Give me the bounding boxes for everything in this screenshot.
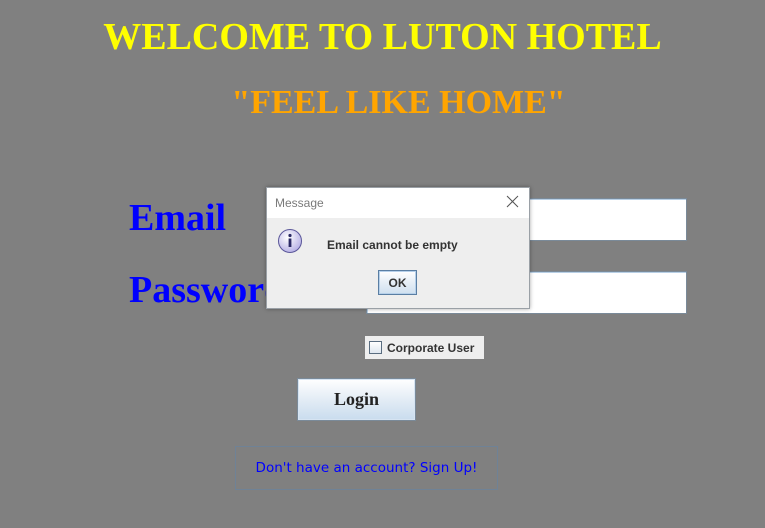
close-icon[interactable] <box>503 192 523 212</box>
dialog-message: Email cannot be empty <box>327 238 458 252</box>
checkbox-box[interactable] <box>369 341 382 354</box>
corporate-user-label: Corporate User <box>387 340 475 355</box>
message-dialog: Message Email cannot be empty OK <box>266 187 530 309</box>
corporate-user-checkbox[interactable]: Corporate User <box>365 336 484 359</box>
dialog-titlebar[interactable]: Message <box>267 188 529 218</box>
dialog-title: Message <box>275 196 324 210</box>
signup-link[interactable]: Don't have an account? Sign Up! <box>235 446 498 490</box>
page-title: WELCOME TO LUTON HOTEL <box>103 16 662 58</box>
ok-button[interactable]: OK <box>378 270 417 295</box>
info-icon <box>277 228 303 254</box>
login-button[interactable]: Login <box>297 378 416 421</box>
email-label: Email <box>129 197 227 239</box>
page-tagline: "FEEL LIKE HOME" <box>231 84 566 121</box>
password-label: Password <box>129 269 286 311</box>
